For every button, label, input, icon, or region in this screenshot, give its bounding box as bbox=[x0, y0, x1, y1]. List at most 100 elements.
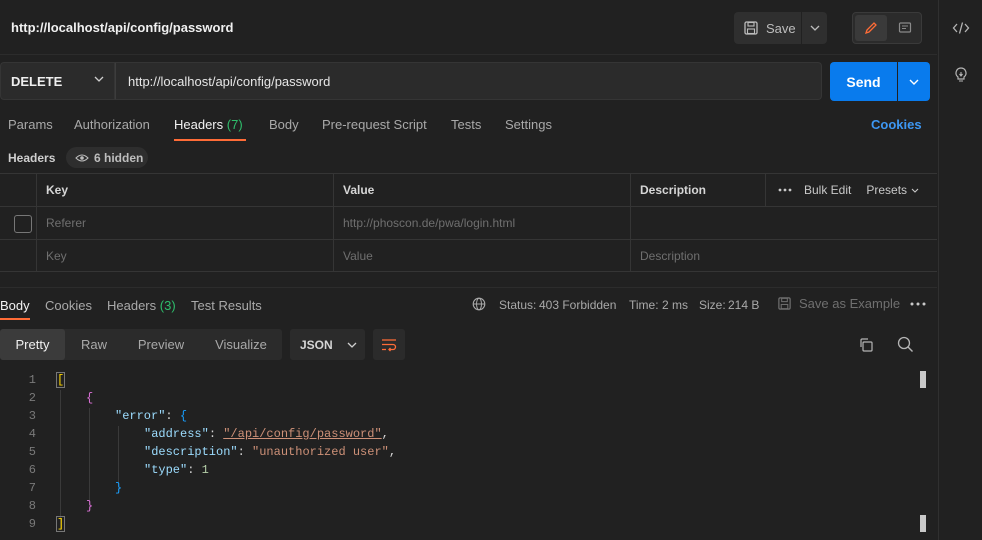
response-tab-headers-count: (3) bbox=[159, 298, 176, 313]
active-response-tab-indicator bbox=[0, 318, 30, 320]
response-divider[interactable] bbox=[0, 287, 937, 288]
copy-icon[interactable] bbox=[858, 337, 874, 353]
more-options-icon[interactable] bbox=[778, 188, 792, 192]
comment-icon bbox=[898, 21, 912, 35]
column-key: Key bbox=[37, 174, 334, 206]
bulk-edit-button[interactable]: Bulk Edit bbox=[804, 183, 851, 197]
tab-headers-label: Headers bbox=[174, 117, 224, 132]
tab-pre-request-script[interactable]: Pre-request Script bbox=[322, 117, 427, 132]
search-icon[interactable] bbox=[897, 336, 914, 353]
lightbulb-icon[interactable] bbox=[951, 65, 971, 85]
response-tab-headers[interactable]: Headers (3) bbox=[107, 298, 176, 313]
tab-tests[interactable]: Tests bbox=[451, 117, 481, 132]
table-header-row: Key Value Description Bulk Edit Presets bbox=[0, 173, 937, 206]
more-options-icon[interactable] bbox=[910, 302, 926, 306]
send-options-button[interactable] bbox=[898, 62, 930, 101]
header-key-input[interactable]: Referer bbox=[37, 207, 334, 239]
edit-mode-button[interactable] bbox=[855, 15, 887, 41]
size-value[interactable]: 214 B bbox=[728, 298, 759, 312]
hidden-headers-toggle[interactable]: 6 hidden bbox=[66, 147, 148, 168]
view-mode-group: Pretty Raw Preview Visualize bbox=[0, 329, 282, 360]
response-tab-headers-label: Headers bbox=[107, 298, 157, 313]
save-icon bbox=[743, 20, 759, 36]
headers-section-label: Headers bbox=[8, 151, 56, 165]
json-string: "unauthorized user" bbox=[252, 445, 389, 459]
wrap-lines-button[interactable] bbox=[373, 329, 405, 360]
view-raw-button[interactable]: Raw bbox=[68, 329, 120, 360]
json-key: "type" bbox=[144, 463, 188, 477]
response-body-editor[interactable]: 1 2 3 4 5 6 7 8 9 [ { "error": { "addres… bbox=[0, 370, 920, 540]
pencil-icon bbox=[864, 21, 878, 35]
view-visualize-button[interactable]: Visualize bbox=[204, 329, 278, 360]
new-description-input[interactable]: Description bbox=[631, 240, 937, 272]
line-number: 9 bbox=[28, 517, 36, 531]
code-icon[interactable] bbox=[951, 18, 971, 38]
globe-icon[interactable] bbox=[472, 297, 486, 311]
time-label: Time: bbox=[629, 298, 659, 312]
save-label: Save bbox=[766, 20, 796, 36]
line-number: 1 bbox=[28, 373, 36, 387]
right-sidebar bbox=[938, 0, 982, 540]
time-value[interactable]: 2 ms bbox=[662, 298, 688, 312]
line-number: 6 bbox=[28, 463, 36, 477]
code-line: "error": { bbox=[115, 409, 188, 423]
response-tab-body[interactable]: Body bbox=[0, 298, 30, 313]
chevron-down-icon bbox=[810, 25, 820, 31]
response-tab-test-results[interactable]: Test Results bbox=[191, 298, 262, 313]
method-label: DELETE bbox=[11, 73, 63, 89]
tab-authorization[interactable]: Authorization bbox=[74, 117, 150, 132]
header-description-input[interactable] bbox=[631, 207, 937, 239]
json-number: 1 bbox=[201, 463, 209, 477]
code-line: "address": "/api/config/password", bbox=[144, 427, 389, 441]
line-number: 4 bbox=[28, 427, 36, 441]
comment-mode-button[interactable] bbox=[889, 15, 921, 41]
new-key-input[interactable]: Key bbox=[37, 240, 334, 272]
new-value-input[interactable]: Value bbox=[334, 240, 631, 272]
tab-body[interactable]: Body bbox=[269, 117, 299, 132]
json-key: "address" bbox=[144, 427, 209, 441]
url-input[interactable]: http://localhost/api/config/password bbox=[115, 62, 822, 100]
json-token: ] bbox=[55, 516, 66, 532]
header-enabled-checkbox[interactable] bbox=[14, 215, 32, 233]
save-as-example-button[interactable]: Save as Example bbox=[777, 296, 900, 311]
status-label: Status: bbox=[499, 298, 537, 312]
cookies-link[interactable]: Cookies bbox=[871, 117, 922, 132]
tab-settings[interactable]: Settings bbox=[505, 117, 552, 132]
tab-headers[interactable]: Headers (7) bbox=[174, 117, 243, 132]
view-preview-button[interactable]: Preview bbox=[128, 329, 194, 360]
tab-headers-count: (7) bbox=[226, 117, 243, 132]
send-button[interactable]: Send bbox=[830, 62, 897, 101]
response-tab-cookies[interactable]: Cookies bbox=[45, 298, 92, 313]
tab-params[interactable]: Params bbox=[8, 117, 53, 132]
format-select[interactable]: JSON bbox=[290, 329, 365, 360]
code-line: { bbox=[86, 391, 93, 405]
wrap-lines-icon bbox=[381, 338, 397, 352]
method-select[interactable]: DELETE bbox=[0, 62, 115, 100]
save-button[interactable]: Save bbox=[734, 12, 801, 44]
chevron-down-icon bbox=[347, 342, 357, 348]
headers-table: Key Value Description Bulk Edit Presets … bbox=[0, 173, 937, 273]
json-key: "error" bbox=[115, 409, 166, 423]
line-number: 8 bbox=[28, 499, 36, 513]
header-value-input[interactable]: http://phoscon.de/pwa/login.html bbox=[334, 207, 631, 239]
view-pretty-button[interactable]: Pretty bbox=[0, 329, 65, 360]
line-number: 3 bbox=[28, 409, 36, 423]
scrollbar-thumb[interactable] bbox=[920, 371, 926, 388]
save-options-button[interactable] bbox=[802, 12, 827, 44]
presets-label: Presets bbox=[866, 183, 908, 197]
request-title-bar: http://localhost/api/config/password Sav… bbox=[0, 0, 937, 55]
format-label: JSON bbox=[300, 337, 333, 352]
status-value[interactable]: 403 Forbidden bbox=[539, 298, 616, 312]
json-token: [ bbox=[55, 372, 66, 388]
size-label: Size: bbox=[699, 298, 726, 312]
code-line: } bbox=[115, 481, 122, 495]
chevron-down-icon bbox=[909, 79, 919, 85]
json-token: } bbox=[86, 499, 94, 513]
save-icon bbox=[777, 296, 792, 311]
code-line: "type": 1 bbox=[144, 463, 209, 477]
code-line: "description": "unauthorized user", bbox=[144, 445, 397, 459]
request-title[interactable]: http://localhost/api/config/password bbox=[11, 20, 233, 35]
scrollbar-thumb[interactable] bbox=[920, 515, 926, 532]
presets-dropdown[interactable]: Presets bbox=[866, 183, 919, 197]
json-string[interactable]: "/api/config/password" bbox=[223, 427, 381, 441]
